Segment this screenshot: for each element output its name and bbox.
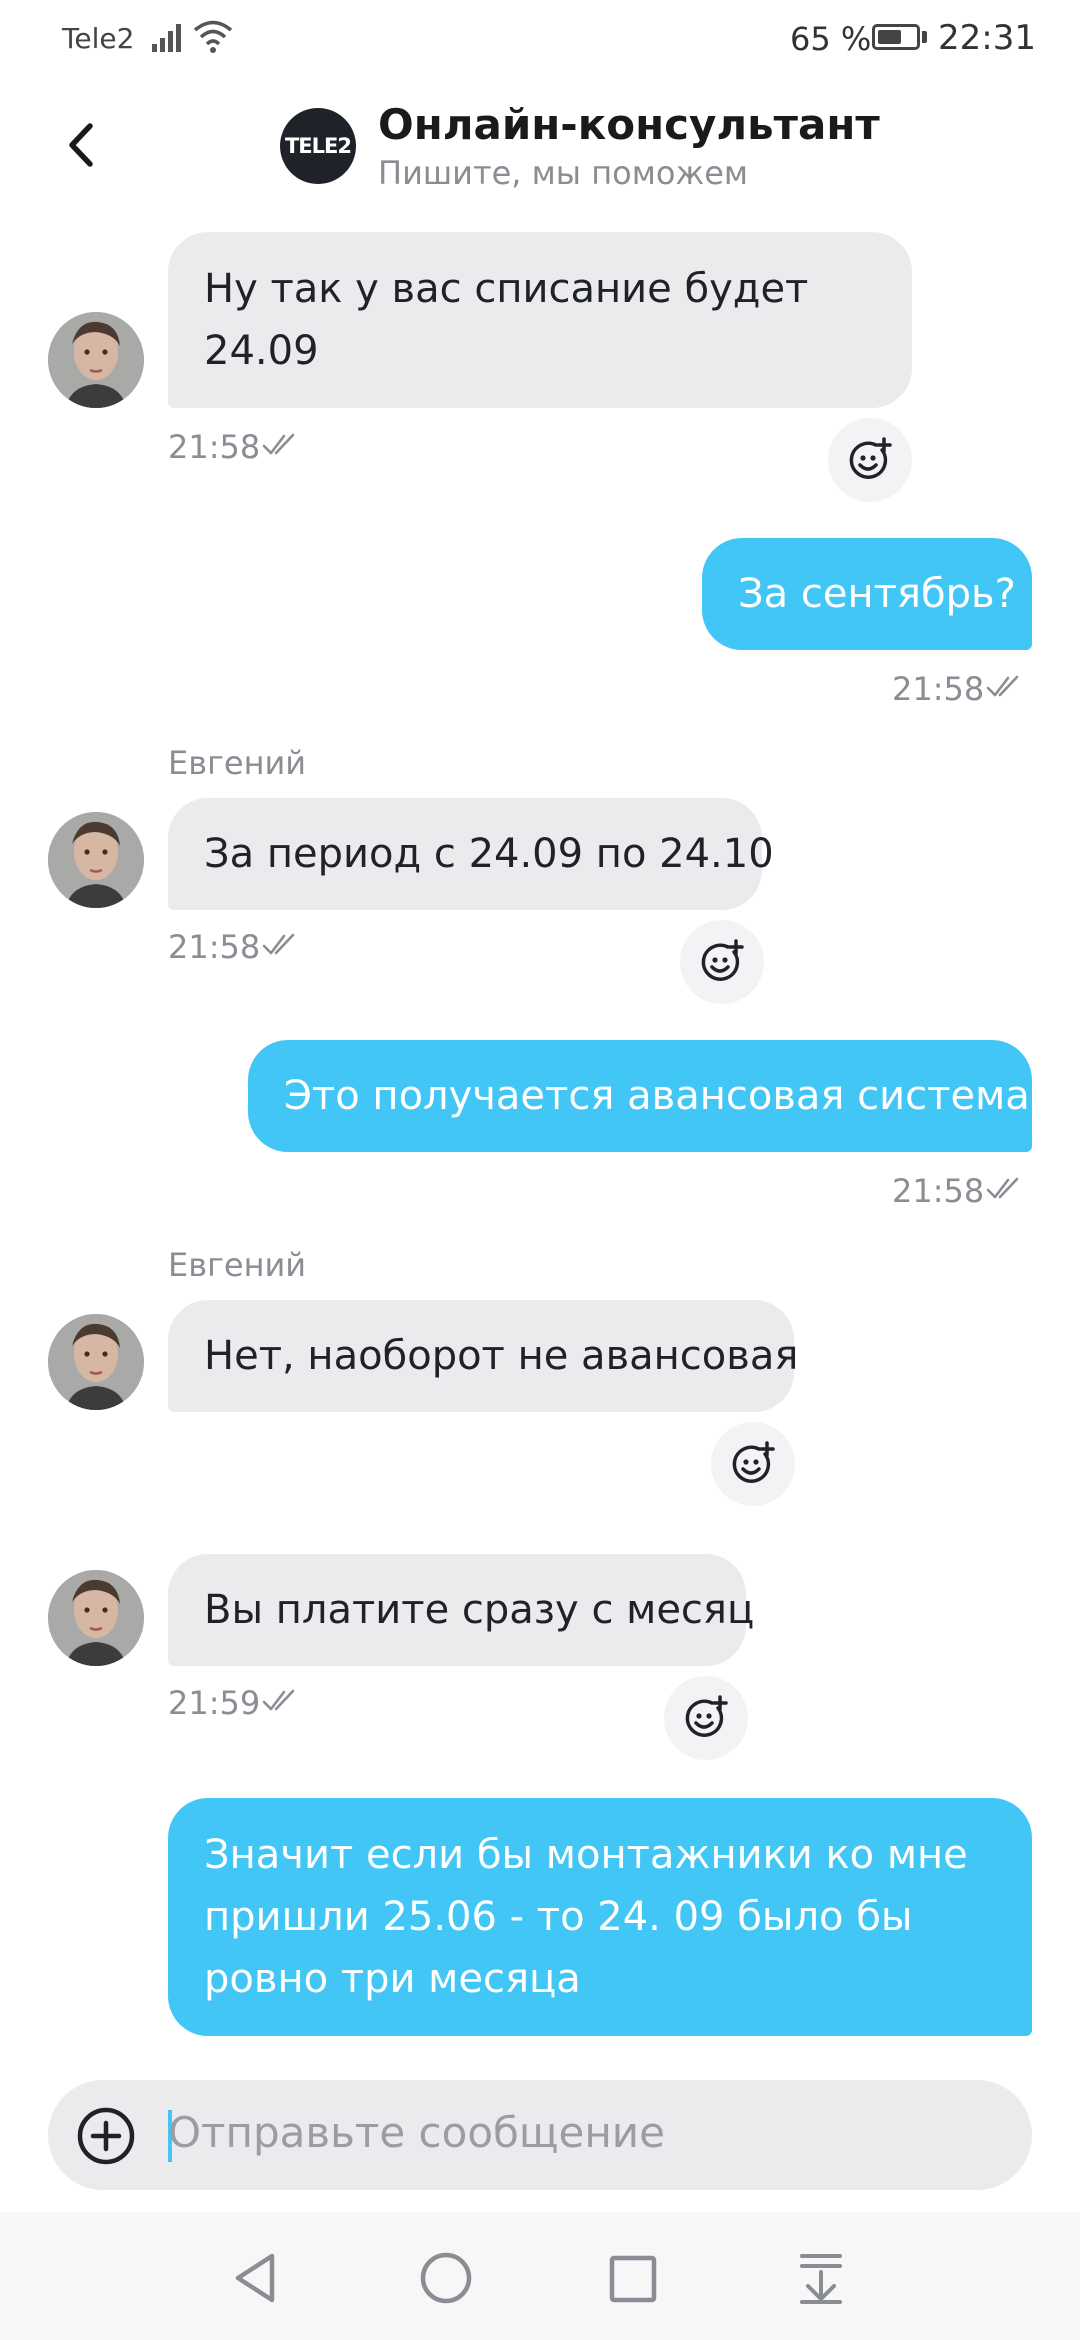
message-bubble[interactable]: За сентябрь?	[702, 538, 1032, 650]
message-bubble[interactable]: Значит если бы монтажники ко мне пришли …	[168, 1798, 1032, 2036]
add-reaction-button[interactable]	[664, 1676, 748, 1760]
logo-text: TELE2	[284, 134, 352, 158]
wifi-icon	[193, 20, 233, 53]
nav-home-icon[interactable]	[418, 2250, 474, 2306]
sender-name: Евгений	[168, 744, 307, 782]
message-time: 21:58	[892, 1172, 985, 1210]
person-icon	[48, 1570, 144, 1666]
message-time: 21:58	[168, 928, 261, 966]
double-check-icon	[262, 432, 298, 462]
sender-name: Евгений	[168, 1246, 307, 1284]
nav-back-icon[interactable]	[230, 2250, 280, 2306]
double-check-icon	[262, 1688, 298, 1718]
message-text: Нет, наоборот не авансовая	[204, 1333, 799, 1379]
message-bubble[interactable]: Вы платите сразу с месяц	[168, 1554, 755, 1666]
message-text: Ну так у вас списание будет	[204, 266, 809, 312]
battery-percent: 65 %	[790, 20, 872, 58]
system-nav-bar	[0, 2212, 1080, 2340]
avatar[interactable]	[48, 312, 144, 408]
double-check-icon	[986, 674, 1022, 704]
tele2-logo: TELE2	[280, 108, 356, 184]
message-placeholder: Отправьте сообщение	[168, 2108, 665, 2157]
add-reaction-icon	[732, 1441, 775, 1483]
battery-cap	[922, 31, 927, 43]
message-text: 24.09	[204, 328, 319, 374]
chevron-left-icon[interactable]	[62, 120, 102, 170]
add-reaction-button[interactable]	[711, 1422, 795, 1506]
message-bubble[interactable]: За период с 24.09 по 24.10	[168, 798, 774, 910]
signal-icon	[152, 24, 181, 52]
message-text: Значит если бы монтажники ко мне	[204, 1832, 968, 1878]
add-reaction-icon	[701, 939, 744, 981]
nav-notifications-icon[interactable]	[796, 2250, 846, 2306]
add-reaction-icon	[685, 1695, 728, 1737]
message-text: пришли 25.06 - то 24. 09 было бы	[204, 1894, 913, 1940]
message-bubble[interactable]: Нет, наоборот не авансовая	[168, 1300, 799, 1412]
double-check-icon	[262, 932, 298, 962]
message-bubble[interactable]: Ну так у вас списание будет 24.09	[168, 232, 912, 408]
double-check-icon	[986, 1176, 1022, 1206]
carrier-name: Tele2	[62, 22, 135, 55]
avatar[interactable]	[48, 812, 144, 908]
page-subtitle: Пишите, мы поможем	[378, 154, 749, 192]
message-time: 21:58	[168, 428, 261, 466]
person-icon	[48, 312, 144, 408]
page-title: Онлайн-консультант	[378, 100, 880, 149]
message-text: За сентябрь?	[738, 571, 1016, 617]
add-reaction-button[interactable]	[680, 920, 764, 1004]
battery-icon	[872, 24, 920, 50]
message-text: Вы платите сразу с месяц	[204, 1587, 755, 1633]
message-bubble[interactable]: Это получается авансовая система?	[248, 1040, 1051, 1152]
add-reaction-button[interactable]	[828, 418, 912, 502]
plus-circle-icon[interactable]	[76, 2106, 136, 2166]
person-icon	[48, 1314, 144, 1410]
avatar[interactable]	[48, 1570, 144, 1666]
message-text: ровно три месяца	[204, 1956, 581, 2002]
avatar[interactable]	[48, 1314, 144, 1410]
nav-recents-icon[interactable]	[608, 2254, 658, 2304]
message-time: 21:58	[892, 670, 985, 708]
message-text: За период с 24.09 по 24.10	[204, 831, 774, 877]
add-reaction-icon	[849, 437, 892, 479]
person-icon	[48, 812, 144, 908]
message-time: 21:59	[168, 1684, 261, 1722]
message-text: Это получается авансовая система?	[284, 1073, 1051, 1119]
status-time: 22:31	[938, 18, 1036, 58]
